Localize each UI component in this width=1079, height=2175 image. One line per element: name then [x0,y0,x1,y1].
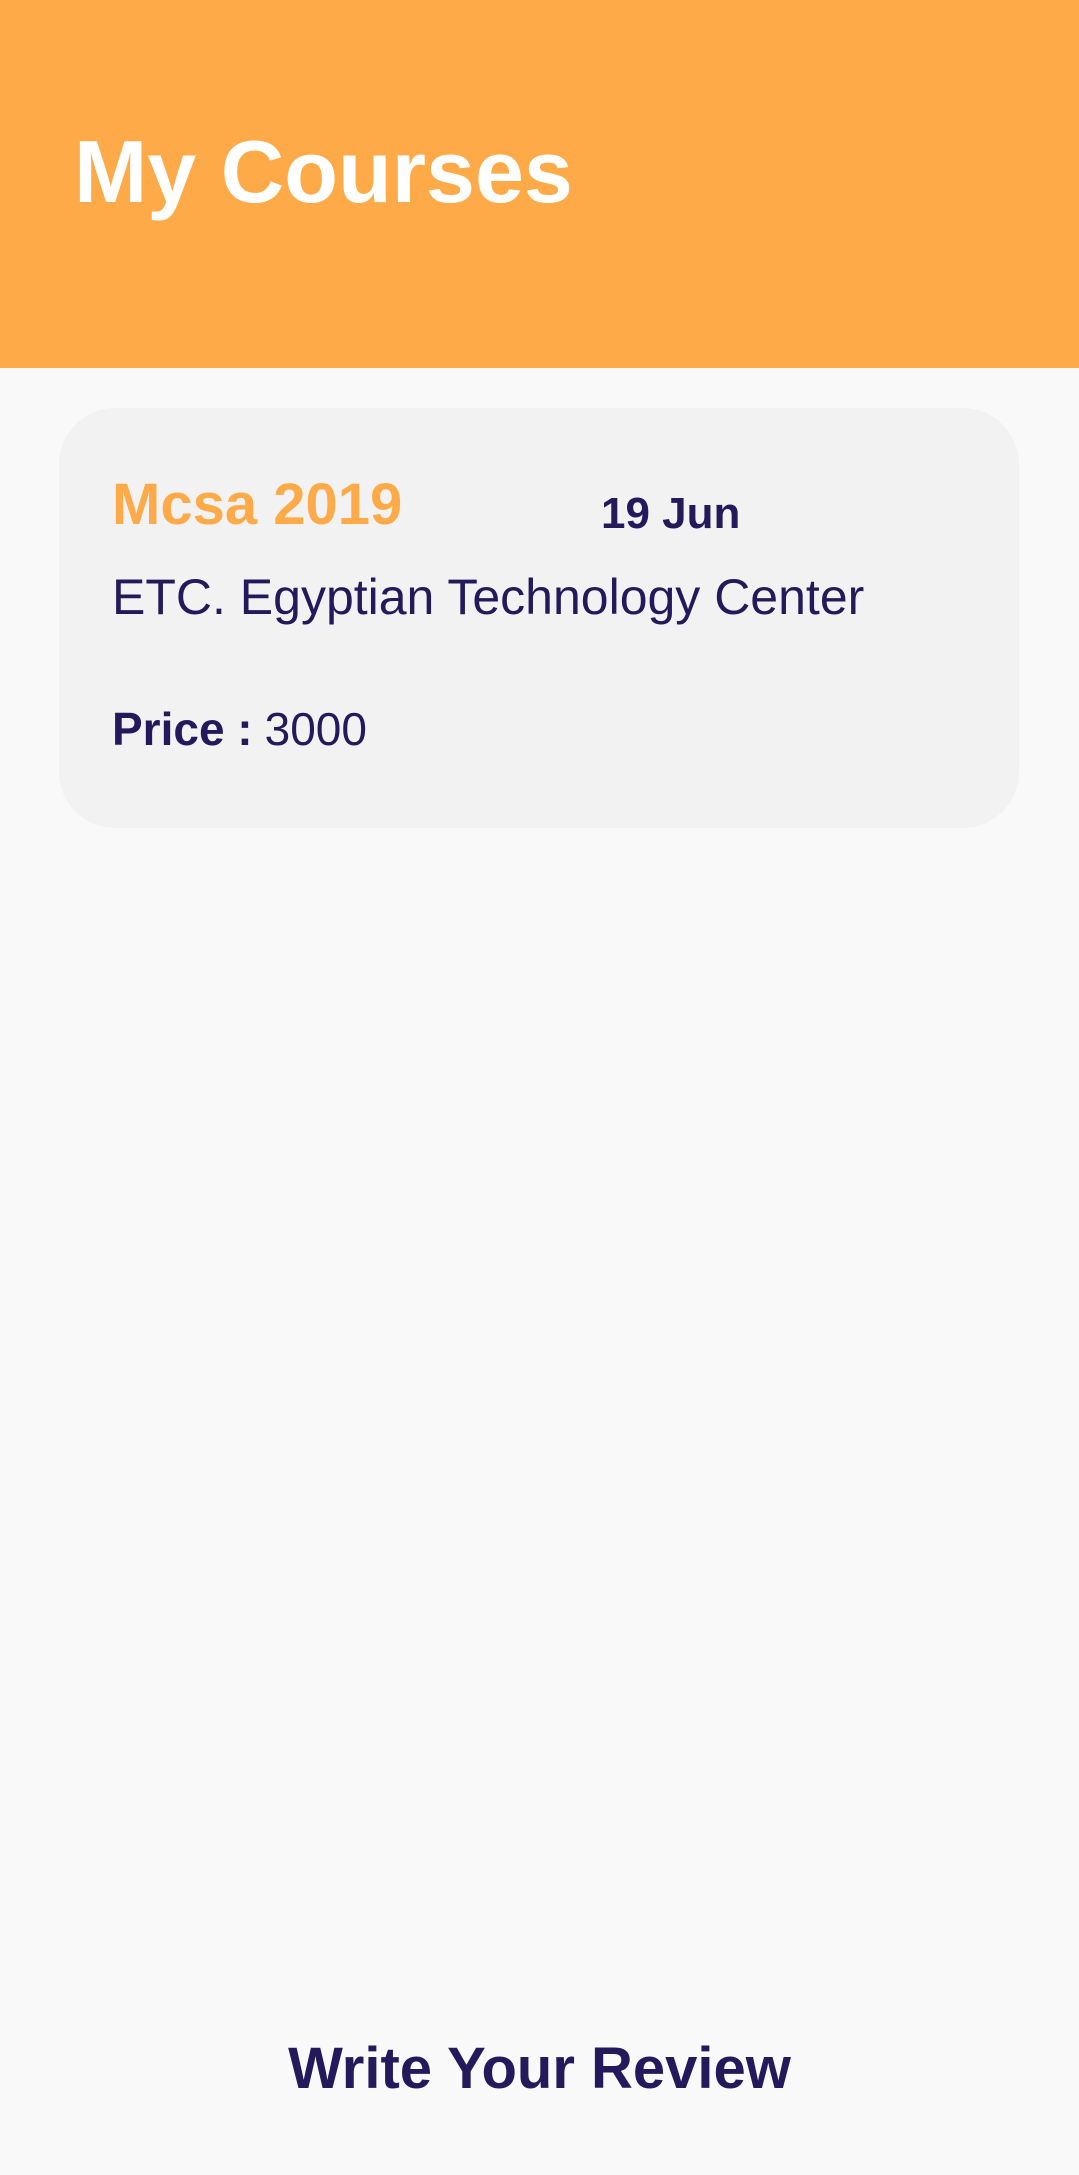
app-header: My Courses [0,0,1079,368]
page-title: My Courses [74,122,573,221]
course-card[interactable]: Mcsa 2019 19 Jun ETC. Egyptian Technolog… [59,408,1019,828]
course-date: 19 Jun [601,489,741,538]
course-title: Mcsa 2019 [112,472,403,537]
course-center: ETC. Egyptian Technology Center [112,569,865,625]
write-review-button[interactable]: Write Your Review [0,2040,1079,2098]
course-price: Price :3000 [112,706,367,752]
price-label: Price : [112,703,253,755]
price-value: 3000 [264,703,367,755]
